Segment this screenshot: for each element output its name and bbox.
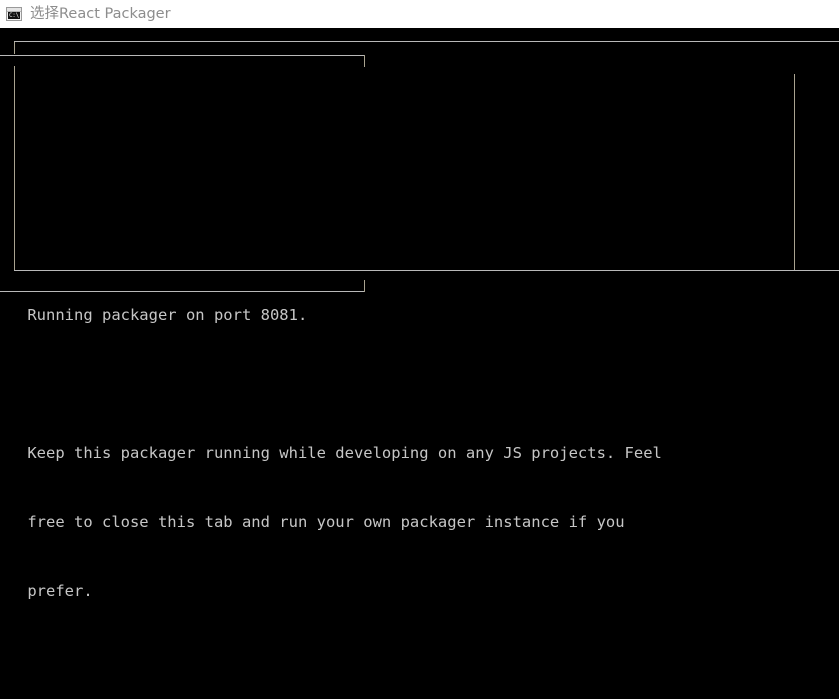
window-title: 选择React Packager — [30, 0, 171, 28]
banner-rail-left — [14, 66, 15, 270]
banner-border-top-wrapped — [0, 55, 365, 56]
banner-spacer-2 — [0, 649, 839, 672]
banner-line-keep-2: free to close this tab and run your own … — [0, 511, 839, 534]
banner-border-top-fill — [14, 41, 839, 42]
banner-border-bottom-wrapped — [0, 291, 365, 292]
banner-border-top-row — [0, 120, 839, 143]
banner-line-port: Running packager on port 8081. — [0, 304, 839, 327]
console-surface[interactable]: Running packager on port 8081. Keep this… — [0, 28, 839, 699]
command-prompt-icon-screen: C:\. — [8, 12, 20, 19]
banner-border-top-wrap-row — [0, 189, 839, 212]
banner-line-keep-1: Keep this packager running while develop… — [0, 442, 839, 465]
console-buffer: Running packager on port 8081. Keep this… — [0, 28, 839, 699]
banner-border-bottom-fill — [14, 270, 839, 271]
banner-corner-top-right-tick — [364, 55, 365, 67]
command-prompt-icon: C:\. — [6, 7, 22, 21]
banner-rail-right — [794, 74, 795, 270]
window-titlebar[interactable]: C:\. 选择React Packager — [0, 0, 839, 28]
banner-line-keep-3: prefer. — [0, 580, 839, 603]
banner-spacer-1 — [0, 373, 839, 396]
banner-corner-top-left-tick — [14, 42, 15, 54]
banner-corner-bottom-right-tick — [364, 280, 365, 292]
